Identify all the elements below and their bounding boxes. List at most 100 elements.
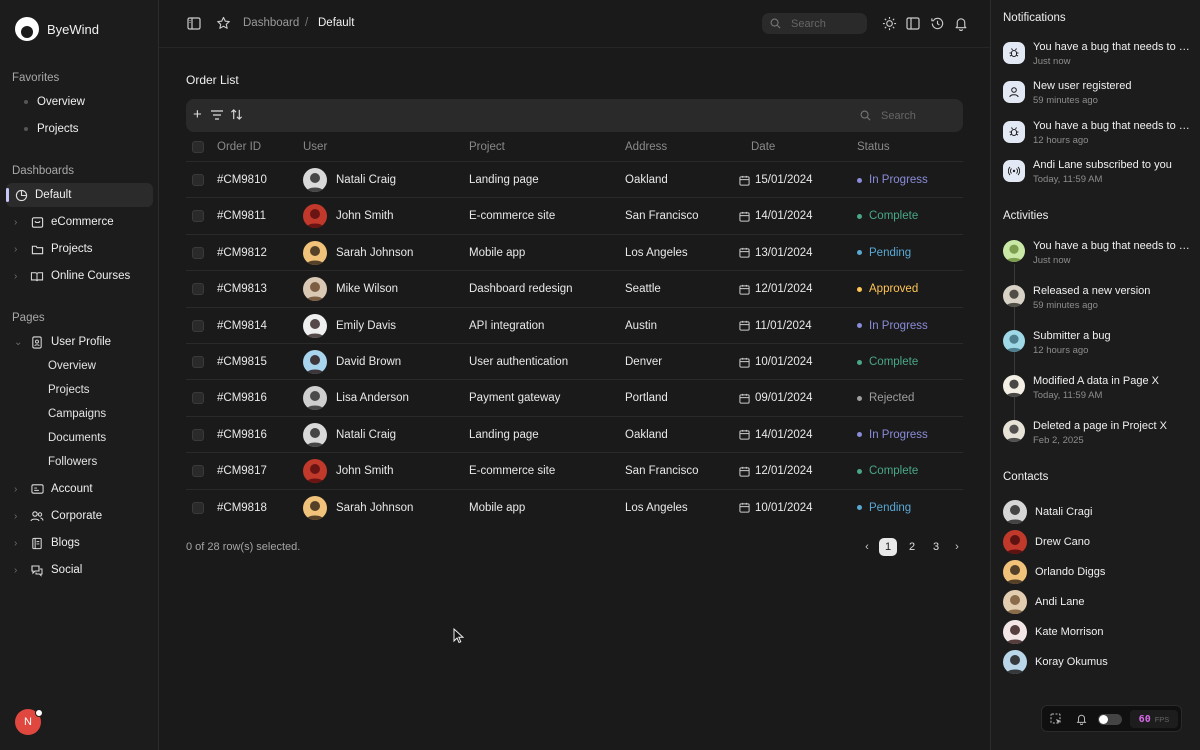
right-panel-toggle-icon[interactable] bbox=[906, 17, 920, 33]
contact-avatar bbox=[1003, 530, 1027, 554]
notification-item[interactable]: You have a bug that needs to be fixed. 12… bbox=[1003, 120, 1191, 146]
table-row[interactable]: #CM9818 Sarah Johnson Mobile app Los Angele… bbox=[186, 488, 963, 526]
activity-item[interactable]: Submitter a bug 12 hours ago bbox=[1003, 330, 1191, 356]
column-header-order-id[interactable]: Order ID bbox=[217, 134, 261, 160]
theme-toggle-sun-icon[interactable] bbox=[882, 16, 897, 34]
order-date-text: 10/01/2024 bbox=[755, 501, 813, 514]
column-header-user[interactable]: User bbox=[303, 134, 327, 160]
table-row[interactable]: #CM9813 Mike Wilson Dashboard redesign Seat… bbox=[186, 270, 963, 306]
row-checkbox[interactable] bbox=[192, 283, 204, 296]
sidebar-item-blogs[interactable]: › Blogs bbox=[14, 531, 80, 555]
page-button-3[interactable]: 3 bbox=[927, 538, 945, 556]
project-name: User authentication bbox=[469, 356, 569, 368]
sidebar-subitem-overview[interactable]: Overview bbox=[48, 360, 96, 372]
favorite-item-projects[interactable]: Projects bbox=[24, 123, 79, 135]
next-page-icon[interactable]: › bbox=[951, 538, 963, 556]
sidebar-item-account[interactable]: › Account bbox=[14, 477, 93, 501]
page-button-2[interactable]: 2 bbox=[903, 538, 921, 556]
contact-item[interactable]: Orlando Diggs bbox=[1003, 560, 1105, 584]
table-row[interactable]: #CM9816 Natali Craig Landing page Oakland 14… bbox=[186, 415, 963, 452]
contact-item[interactable]: Drew Cano bbox=[1003, 530, 1090, 554]
history-icon[interactable] bbox=[930, 16, 945, 34]
contact-item[interactable]: Natali Cragi bbox=[1003, 500, 1092, 524]
table-row[interactable]: #CM9815 David Brown User authentication Den… bbox=[186, 343, 963, 379]
table-row[interactable]: #CM9816 Lisa Anderson Payment gateway Portl… bbox=[186, 379, 963, 415]
user-name: Sarah Johnson bbox=[336, 246, 414, 259]
add-icon[interactable]: + bbox=[193, 107, 202, 122]
column-header-status[interactable]: Status bbox=[857, 134, 890, 160]
activity-avatar bbox=[1003, 240, 1025, 262]
favorite-item-overview[interactable]: Overview bbox=[24, 96, 85, 108]
sidebar-item-online-courses[interactable]: › Online Courses bbox=[14, 264, 130, 288]
select-tool-icon[interactable] bbox=[1050, 713, 1062, 728]
activity-item[interactable]: Modified A data in Page X Today, 11:59 AM bbox=[1003, 375, 1191, 401]
activity-item[interactable]: You have a bug that needs to be fixed. Ju… bbox=[1003, 240, 1191, 266]
sidebar-toggle-icon[interactable] bbox=[187, 17, 201, 33]
sidebar-item-label: Blogs bbox=[51, 537, 80, 549]
contact-item[interactable]: Kate Morrison bbox=[1003, 620, 1103, 644]
activity-item[interactable]: Deleted a page in Project X Feb 2, 2025 bbox=[1003, 420, 1191, 446]
address: San Francisco bbox=[625, 465, 699, 478]
chat-icon bbox=[30, 563, 44, 577]
bug-icon bbox=[1003, 120, 1025, 143]
table-row[interactable]: #CM9810 Natali Craig Landing page Oakland 15… bbox=[186, 161, 963, 197]
dev-toggle-switch[interactable] bbox=[1098, 714, 1122, 725]
table-row[interactable]: #CM9817 John Smith E-commerce site San Fran… bbox=[186, 452, 963, 488]
notification-item[interactable]: New user registered 59 minutes ago bbox=[1003, 80, 1191, 106]
order-date-text: 12/01/2024 bbox=[755, 465, 813, 478]
sidebar-subitem-campaigns[interactable]: Campaigns bbox=[48, 408, 106, 420]
notification-item[interactable]: Andi Lane subscribed to you Today, 11:59 … bbox=[1003, 159, 1191, 185]
contact-name: Natali Cragi bbox=[1035, 506, 1093, 518]
select-all-checkbox[interactable] bbox=[192, 141, 204, 153]
sidebar-subitem-documents[interactable]: Documents bbox=[48, 432, 106, 444]
brand[interactable]: ByeWind bbox=[15, 17, 99, 41]
bell-icon[interactable] bbox=[954, 16, 968, 34]
fps-label: FPS bbox=[1154, 714, 1170, 724]
sort-icon[interactable] bbox=[230, 108, 243, 124]
table-search-input[interactable]: Search bbox=[852, 105, 956, 126]
contact-name: Koray Okumus bbox=[1035, 656, 1108, 668]
row-checkbox[interactable] bbox=[192, 392, 204, 405]
sidebar-item-social[interactable]: › Social bbox=[14, 558, 82, 582]
page-button-1[interactable]: 1 bbox=[879, 538, 897, 556]
contact-item[interactable]: Koray Okumus bbox=[1003, 650, 1108, 674]
breadcrumb-dashboard[interactable]: Dashboard bbox=[243, 17, 299, 29]
address: Austin bbox=[625, 319, 657, 332]
row-checkbox[interactable] bbox=[192, 428, 204, 441]
filter-icon[interactable] bbox=[210, 109, 224, 124]
prev-page-icon[interactable]: ‹ bbox=[861, 538, 873, 556]
notification-item[interactable]: You have a bug that needs to be fixed. Ju… bbox=[1003, 41, 1191, 67]
sidebar-item-default[interactable]: Default bbox=[14, 183, 71, 207]
row-checkbox[interactable] bbox=[192, 210, 204, 223]
row-checkbox[interactable] bbox=[192, 356, 204, 368]
right-panel: Notifications Activities Contacts You ha… bbox=[990, 0, 1200, 750]
column-header-address[interactable]: Address bbox=[625, 134, 667, 160]
global-search-input[interactable]: Search bbox=[762, 13, 867, 34]
order-date-text: 12/01/2024 bbox=[755, 283, 813, 296]
dev-bell-icon[interactable] bbox=[1076, 713, 1087, 728]
status-text: Pending bbox=[869, 246, 912, 259]
status-badge: Pending bbox=[857, 490, 911, 526]
column-header-date[interactable]: Date bbox=[751, 134, 775, 160]
contact-item[interactable]: Andi Lane bbox=[1003, 590, 1085, 614]
star-icon[interactable] bbox=[216, 16, 231, 33]
row-checkbox[interactable] bbox=[192, 174, 204, 186]
column-header-project[interactable]: Project bbox=[469, 134, 505, 160]
row-checkbox[interactable] bbox=[192, 246, 204, 259]
sidebar-item-projects[interactable]: › Projects bbox=[14, 237, 93, 261]
activity-item[interactable]: Released a new version 59 minutes ago bbox=[1003, 285, 1191, 311]
sidebar-subitem-followers[interactable]: Followers bbox=[48, 456, 97, 468]
sidebar-item-ecommerce[interactable]: › eCommerce bbox=[14, 210, 114, 234]
sidebar-subitem-projects[interactable]: Projects bbox=[48, 384, 90, 396]
order-id: #CM9812 bbox=[217, 246, 267, 259]
row-checkbox[interactable] bbox=[192, 319, 204, 332]
table-row[interactable]: #CM9814 Emily Davis API integration Austin 1… bbox=[186, 306, 963, 343]
contact-avatar bbox=[1003, 620, 1027, 644]
status-badge: Rejected bbox=[857, 380, 914, 416]
table-row[interactable]: #CM9811 John Smith E-commerce site San Fran… bbox=[186, 197, 963, 233]
sidebar-item-user-profile[interactable]: ⌄ User Profile bbox=[14, 330, 111, 354]
row-checkbox[interactable] bbox=[192, 465, 204, 478]
table-row[interactable]: #CM9812 Sarah Johnson Mobile app Los Angele… bbox=[186, 233, 963, 270]
row-checkbox[interactable] bbox=[192, 501, 204, 514]
sidebar-item-corporate[interactable]: › Corporate bbox=[14, 504, 102, 528]
